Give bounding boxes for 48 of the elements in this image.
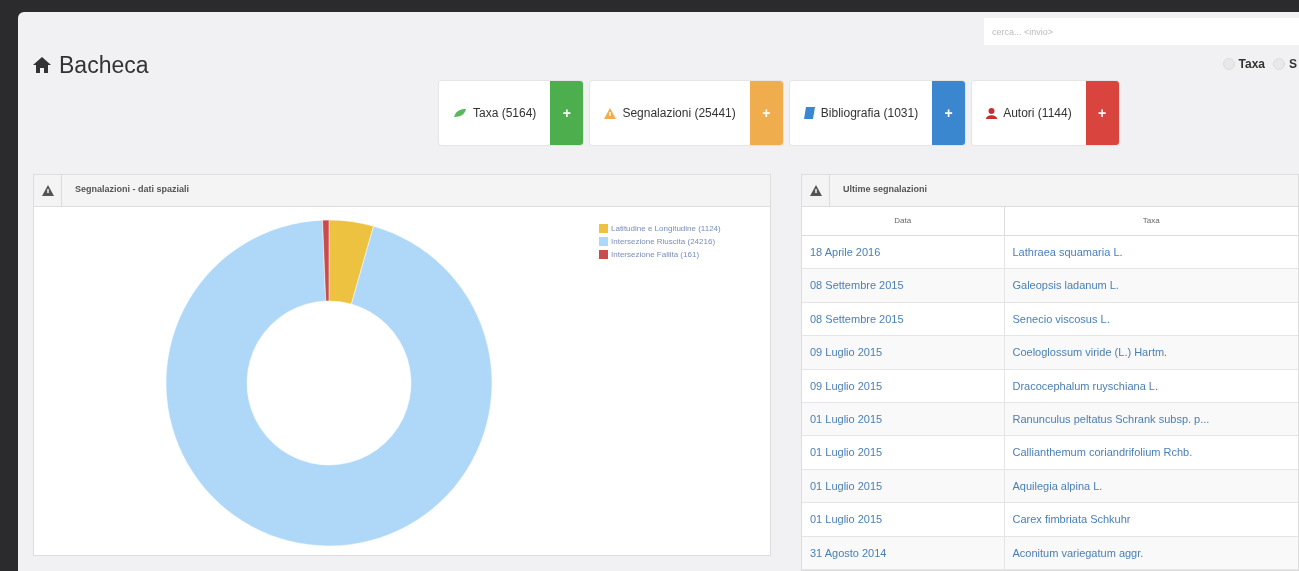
taxon-link[interactable]: Callianthemum coriandrifolium Rchb. bbox=[1004, 435, 1298, 470]
legend-swatch bbox=[599, 250, 608, 260]
stat-label: Bibliografia (1031) bbox=[820, 105, 919, 122]
stat-label: Autori (1144) bbox=[1003, 105, 1072, 122]
date-cell: 08 Settembre 2015 bbox=[802, 302, 1004, 336]
taxon-link[interactable]: Carex fimbriata Schkuhr bbox=[1004, 502, 1298, 537]
column-header: Taxa bbox=[1004, 206, 1298, 236]
date-cell: 08 Settembre 2015 bbox=[802, 269, 1004, 303]
legend-label: Latitudine e Longitudine (1124) bbox=[611, 222, 721, 235]
date-cell: 09 Luglio 2015 bbox=[802, 369, 1004, 403]
taxon-link[interactable]: Dracocephalum ruyschiana L. bbox=[1004, 369, 1298, 403]
warning-icon bbox=[41, 184, 54, 196]
user-icon bbox=[986, 107, 998, 119]
date-cell: 18 Aprile 2016 bbox=[802, 235, 1004, 269]
add-button[interactable]: + bbox=[550, 81, 584, 145]
stat-label: Taxa (5164) bbox=[473, 105, 537, 122]
leaf-icon bbox=[453, 108, 467, 118]
scope-radio[interactable]: Taxa bbox=[1222, 55, 1265, 73]
legend-swatch bbox=[599, 224, 608, 234]
warning-icon bbox=[809, 184, 822, 196]
add-button[interactable]: + bbox=[1085, 81, 1119, 145]
taxon-link[interactable]: Lathraea squamaria L. bbox=[1004, 235, 1298, 269]
taxon-link[interactable]: Coeloglossum viride (L.) Hartm. bbox=[1004, 335, 1298, 370]
date-cell: 01 Luglio 2015 bbox=[802, 402, 1004, 436]
date-cell: 01 Luglio 2015 bbox=[802, 502, 1004, 537]
page-title: Bacheca bbox=[59, 51, 149, 80]
column-header: Data bbox=[802, 206, 1004, 236]
warning-icon bbox=[604, 107, 617, 119]
taxon-link[interactable]: Aquilegia alpina L. bbox=[1004, 469, 1298, 503]
taxon-link[interactable]: Aconitum variegatum aggr. bbox=[1004, 536, 1298, 570]
legend-label: Intersezione Fallita (161) bbox=[611, 248, 700, 261]
date-cell: 01 Luglio 2015 bbox=[802, 469, 1004, 503]
taxon-link[interactable]: Galeopsis ladanum L. bbox=[1004, 269, 1298, 303]
panel-title: Segnalazioni - dati spaziali bbox=[75, 183, 190, 197]
legend-label: Intersezione Riuscita (24216) bbox=[611, 235, 716, 248]
scope-radio[interactable]: S bbox=[1273, 55, 1297, 73]
home-icon bbox=[33, 57, 51, 74]
date-cell: 01 Luglio 2015 bbox=[802, 435, 1004, 470]
date-cell: 09 Luglio 2015 bbox=[802, 335, 1004, 370]
date-cell: 31 Agosto 2014 bbox=[802, 536, 1004, 570]
stat-label: Segnalazioni (25441) bbox=[622, 105, 736, 122]
add-button[interactable]: + bbox=[932, 81, 966, 145]
legend-swatch bbox=[599, 237, 608, 247]
search-field[interactable]: cerca... <invio> bbox=[984, 18, 1299, 45]
taxon-link[interactable]: Ranunculus peltatus Schrank subsp. p... bbox=[1004, 402, 1298, 436]
taxon-link[interactable]: Senecio viscosus L. bbox=[1004, 302, 1298, 336]
panel-title: Ultime segnalazioni bbox=[843, 183, 928, 197]
book-icon bbox=[803, 107, 815, 119]
